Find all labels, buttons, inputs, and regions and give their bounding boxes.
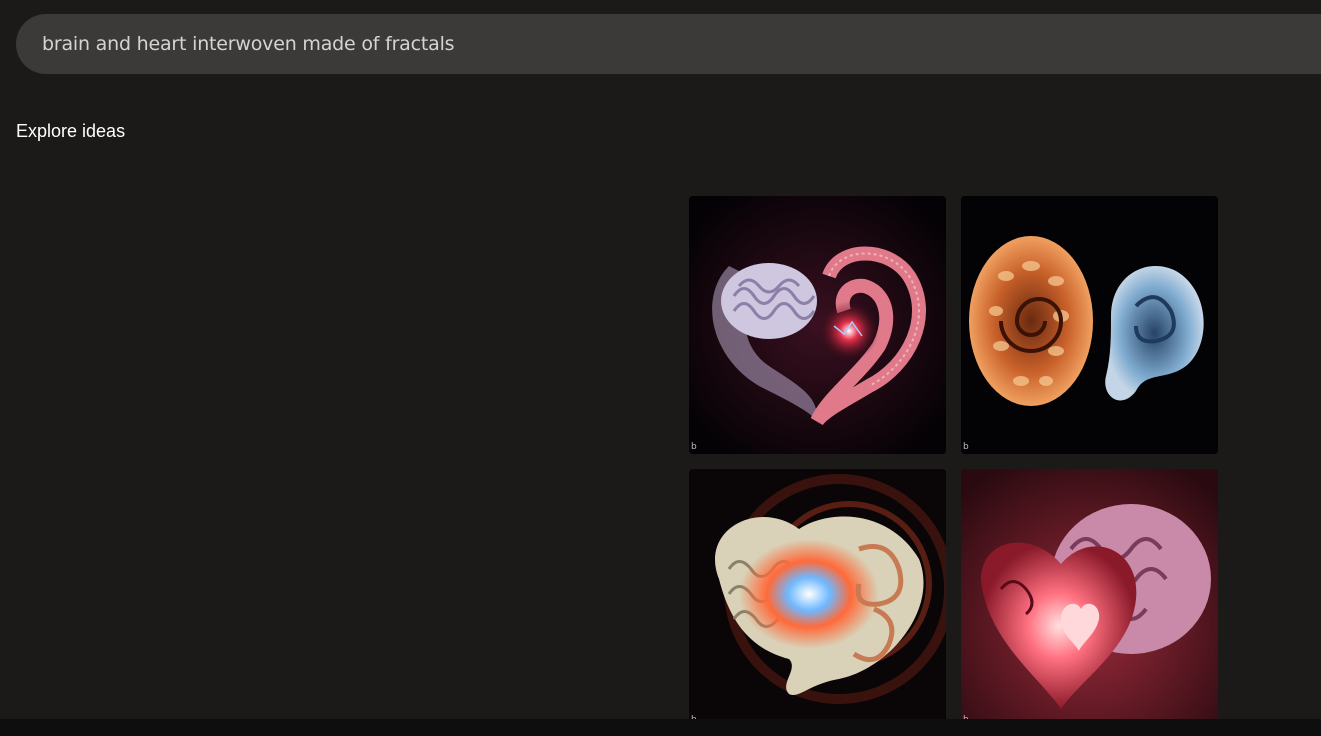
bottom-taskbar [0, 719, 1321, 736]
brain-heart-image-4 [961, 469, 1218, 727]
search-bar[interactable]: brain and heart interwoven made of fract… [16, 14, 1321, 74]
page: brain and heart interwoven made of fract… [0, 0, 1321, 736]
image-source-badge: b [691, 442, 697, 452]
brain-heart-image-3 [689, 469, 946, 727]
search-query-text[interactable]: brain and heart interwoven made of fract… [42, 33, 455, 55]
brain-heart-image-2 [961, 196, 1218, 454]
image-source-badge: b [963, 442, 969, 452]
explore-ideas-heading: Explore ideas [16, 121, 126, 141]
brain-heart-image-1 [689, 196, 946, 454]
image-result-1[interactable]: b [689, 196, 946, 454]
image-result-2[interactable]: b [961, 196, 1218, 454]
image-result-3[interactable]: b [689, 469, 946, 727]
image-result-4[interactable]: b [961, 469, 1218, 727]
